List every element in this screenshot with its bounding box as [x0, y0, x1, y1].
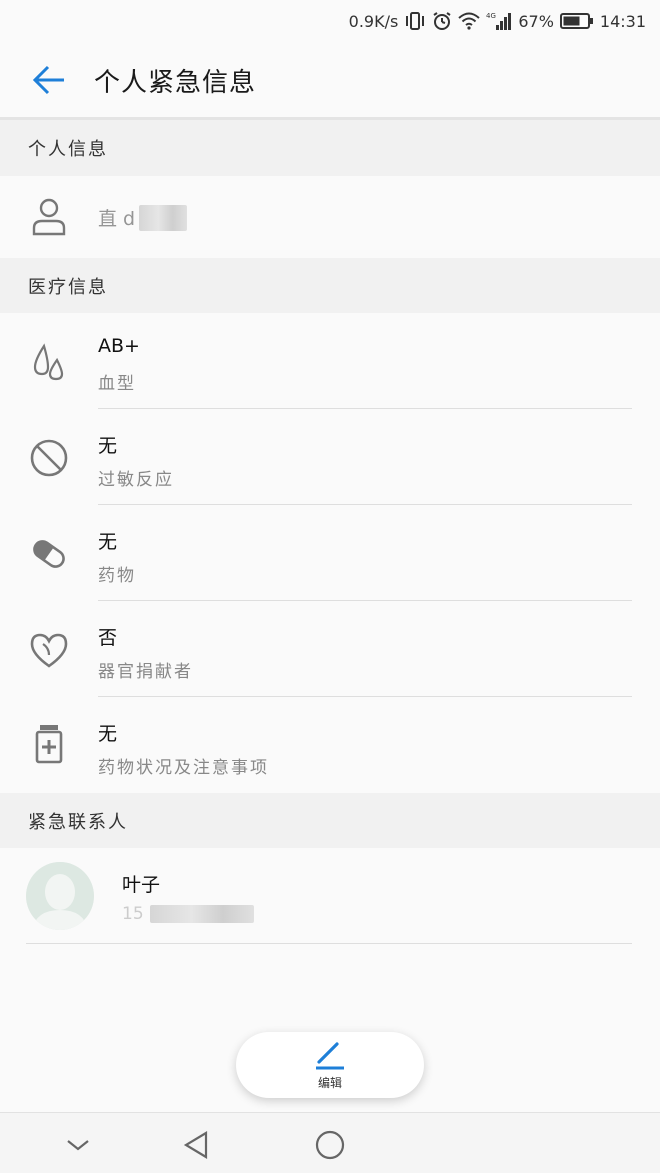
clock: 14:31: [599, 11, 646, 31]
contact-row[interactable]: 叶子 15: [0, 848, 660, 944]
navigation-bar: [0, 1112, 660, 1173]
conditions-value: 无: [98, 723, 118, 745]
collapse-icon: [67, 1140, 89, 1151]
network-type: 4G: [486, 12, 496, 20]
back-triangle-icon: [183, 1131, 208, 1159]
blood-drops-icon: [28, 341, 70, 383]
nav-home-button[interactable]: [310, 1125, 350, 1165]
medications-value: 无: [98, 531, 118, 553]
organ-donor-label: 器官捐献者: [98, 662, 193, 682]
blood-type-label: 血型: [98, 374, 136, 394]
avatar: [26, 862, 94, 930]
arrow-left-icon: [32, 65, 64, 95]
back-button[interactable]: [22, 53, 76, 107]
medicine-bottle-icon: [28, 723, 70, 765]
contact-name: 叶子: [122, 874, 161, 896]
person-icon: [28, 196, 70, 238]
section-header-medical: 医疗信息: [0, 258, 660, 313]
edit-button[interactable]: 编辑: [236, 1032, 424, 1098]
conditions-label: 药物状况及注意事项: [98, 758, 269, 778]
battery-percent: 67%: [518, 11, 554, 31]
personal-name-value: 直 d: [98, 204, 188, 231]
alarm-icon: [432, 11, 452, 31]
blood-type-value: AB+: [98, 335, 140, 357]
organ-donor-value: 否: [98, 627, 118, 649]
name-blur: [139, 204, 188, 231]
heart-icon: [28, 629, 70, 671]
row-divider: [26, 943, 632, 944]
allergies-label: 过敏反应: [98, 470, 174, 490]
vibrate-icon: [404, 11, 426, 31]
medical-item-blood-type[interactable]: AB+ 血型: [0, 313, 660, 409]
signal-icon: 4G: [486, 11, 512, 31]
contact-phone: 15: [122, 904, 254, 924]
page-title: 个人紧急信息: [94, 67, 257, 98]
net-speed: 0.9K/s: [348, 11, 399, 31]
app-bar: 个人紧急信息: [0, 42, 660, 118]
home-circle-icon: [315, 1130, 345, 1160]
pencil-icon: [316, 1041, 344, 1069]
medical-item-allergies[interactable]: 无 过敏反应: [0, 409, 660, 505]
personal-name-visible: 直 d: [98, 208, 136, 230]
section-header-contacts: 紧急联系人: [0, 793, 660, 848]
status-bar: 0.9K/s 4G 67% 14:31: [0, 0, 660, 42]
personal-name-row[interactable]: 直 d: [0, 176, 660, 258]
pill-icon: [28, 533, 70, 575]
section-header-personal: 个人信息: [0, 120, 660, 176]
prohibited-icon: [28, 437, 70, 479]
medical-item-organ-donor[interactable]: 否 器官捐献者: [0, 601, 660, 697]
wifi-icon: [458, 12, 480, 30]
collapse-button[interactable]: [58, 1125, 98, 1165]
nav-back-button[interactable]: [176, 1125, 216, 1165]
medications-label: 药物: [98, 566, 136, 586]
contact-phone-visible: 15: [122, 904, 144, 924]
phone-blur: [149, 905, 254, 923]
medical-item-medications[interactable]: 无 药物: [0, 505, 660, 601]
edit-button-label: 编辑: [317, 1075, 342, 1090]
battery-icon: [559, 12, 594, 30]
medical-item-conditions[interactable]: 无 药物状况及注意事项: [0, 697, 660, 793]
allergies-value: 无: [98, 435, 118, 457]
